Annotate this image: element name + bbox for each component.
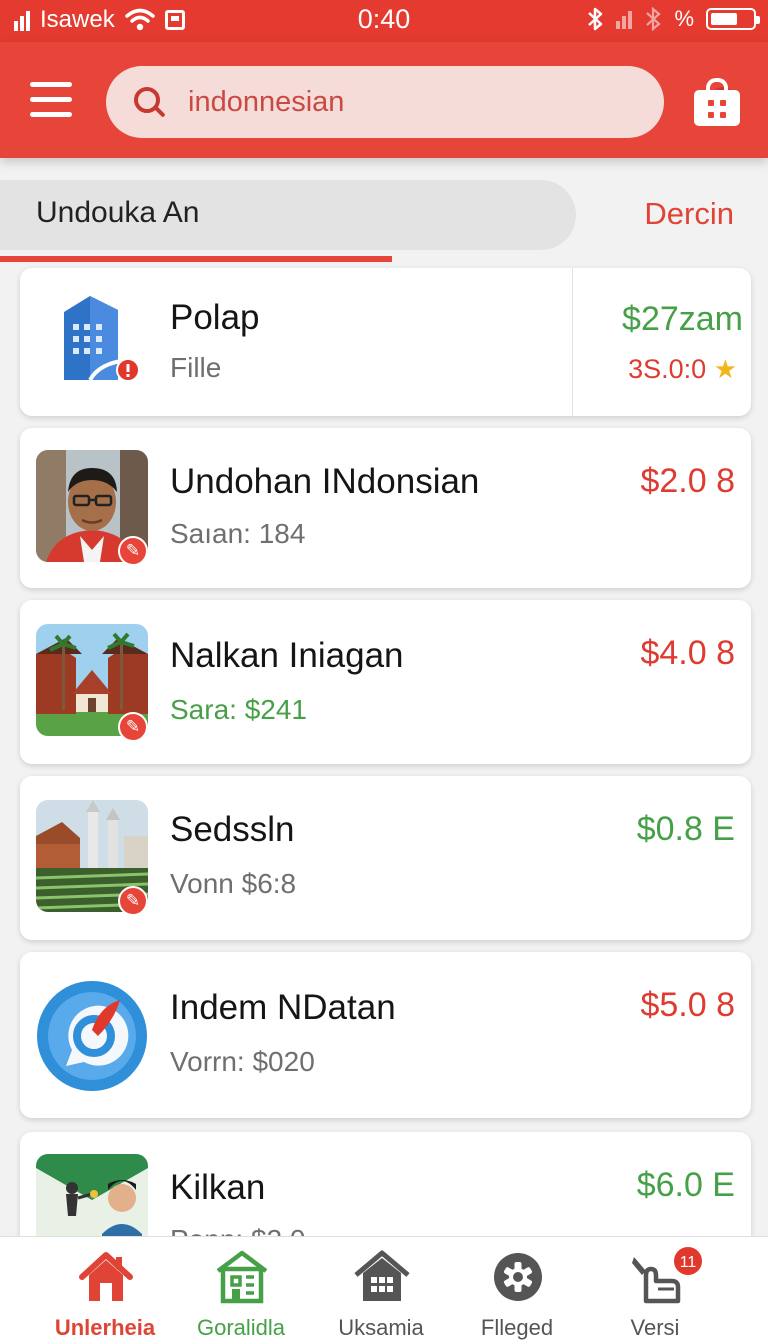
star-icon: ★ xyxy=(713,354,737,384)
item-subtitle: Sara: $241 xyxy=(170,694,307,725)
menu-button[interactable] xyxy=(30,82,74,118)
search-input[interactable] xyxy=(188,80,608,124)
notification-badge: 11 xyxy=(672,1245,704,1277)
edit-badge-icon: ✎ xyxy=(118,886,148,916)
rating-value: 3S.0:0 xyxy=(628,354,707,384)
tab-secondary[interactable]: Dercin xyxy=(644,196,734,232)
item-price: $6.0 E xyxy=(636,1166,735,1204)
shopping-bag-button[interactable] xyxy=(694,78,740,126)
list-item[interactable]: ✎ Sedssln Vonn $6:8 $0.8 E xyxy=(20,776,751,940)
nav-item-versi[interactable]: 11 Versi xyxy=(580,1237,730,1344)
tab-active-label: Undouka An xyxy=(36,196,200,229)
search-icon xyxy=(134,87,160,113)
tab-bar: Undouka An Dercin xyxy=(0,180,768,262)
item-subtitle: Vorrn: $020 xyxy=(170,1046,315,1077)
signal-weak-icon xyxy=(616,9,633,29)
item-title: Indem NDatan xyxy=(170,988,396,1027)
building-icon xyxy=(216,1250,268,1304)
nav-item-home[interactable]: Unlerheia xyxy=(30,1237,180,1344)
nav-label-versi: Versi xyxy=(630,1315,680,1340)
nav-item-settings[interactable]: Flleged xyxy=(442,1237,592,1344)
item-subtitle: Saıan: 184 xyxy=(170,518,306,549)
nav-item-building[interactable]: Goralidla xyxy=(166,1237,316,1344)
item-subtitle: Fille xyxy=(170,352,222,383)
item-price: $5.0 8 xyxy=(640,986,735,1024)
gear-icon xyxy=(494,1253,542,1301)
item-price: $4.0 8 xyxy=(640,634,735,672)
search-bar[interactable] xyxy=(106,66,736,138)
item-price: $2.0 8 xyxy=(640,462,735,500)
bluetooth-off-icon xyxy=(646,7,662,31)
building-app-icon xyxy=(60,294,142,386)
item-rating: 3S.0:0 ★ xyxy=(628,354,737,385)
item-price: $27zam xyxy=(622,300,743,338)
nav-label-home: Unlerheia xyxy=(54,1315,156,1340)
tab-indicator xyxy=(0,256,392,262)
tab-active[interactable]: Undouka An xyxy=(0,180,576,250)
item-title: Nalkan Iniagan xyxy=(170,636,404,675)
app-header xyxy=(0,42,768,158)
list-item[interactable]: Indem NDatan Vorrn: $020 $5.0 8 xyxy=(20,952,751,1118)
item-price: $0.8 E xyxy=(636,810,735,848)
edit-badge-icon: ✎ xyxy=(118,712,148,742)
nav-label-settings: Flleged xyxy=(480,1315,554,1340)
bluetooth-icon xyxy=(588,7,603,31)
home-icon xyxy=(79,1252,133,1301)
chat-app-icon xyxy=(36,980,148,1092)
battery-icon xyxy=(706,8,760,30)
item-title: Polap xyxy=(170,298,260,337)
list-item[interactable]: ✎ Undohan INdonsian Saıan: 184 $2.0 8 xyxy=(20,428,751,588)
item-subtitle: Vonn $6:8 xyxy=(170,868,297,899)
nav-item-store[interactable]: Uksamia xyxy=(306,1237,456,1344)
shopping-bag-icon xyxy=(694,90,740,126)
battery-percent: % xyxy=(674,6,694,31)
store-icon xyxy=(354,1250,410,1301)
list-item[interactable]: ✎ Nalkan Iniagan Sara: $241 $4.0 8 xyxy=(20,600,751,764)
item-title: Sedssln xyxy=(170,810,295,849)
nav-label-building: Goralidla xyxy=(196,1315,286,1340)
nav-label-store: Uksamia xyxy=(338,1315,424,1340)
edit-badge-icon: ✎ xyxy=(118,536,148,566)
card-divider xyxy=(572,268,573,416)
list-item[interactable]: Polap Fille $27zam 3S.0:0 ★ xyxy=(20,268,751,416)
item-title: Kilkan xyxy=(170,1168,266,1207)
item-title: Undohan INdonsian xyxy=(170,462,480,501)
status-bar: Isawek 0:40 % xyxy=(0,0,768,42)
bottom-navigation: Unlerheia Goralidla Uksamia Flleged 11 V… xyxy=(0,1236,768,1344)
